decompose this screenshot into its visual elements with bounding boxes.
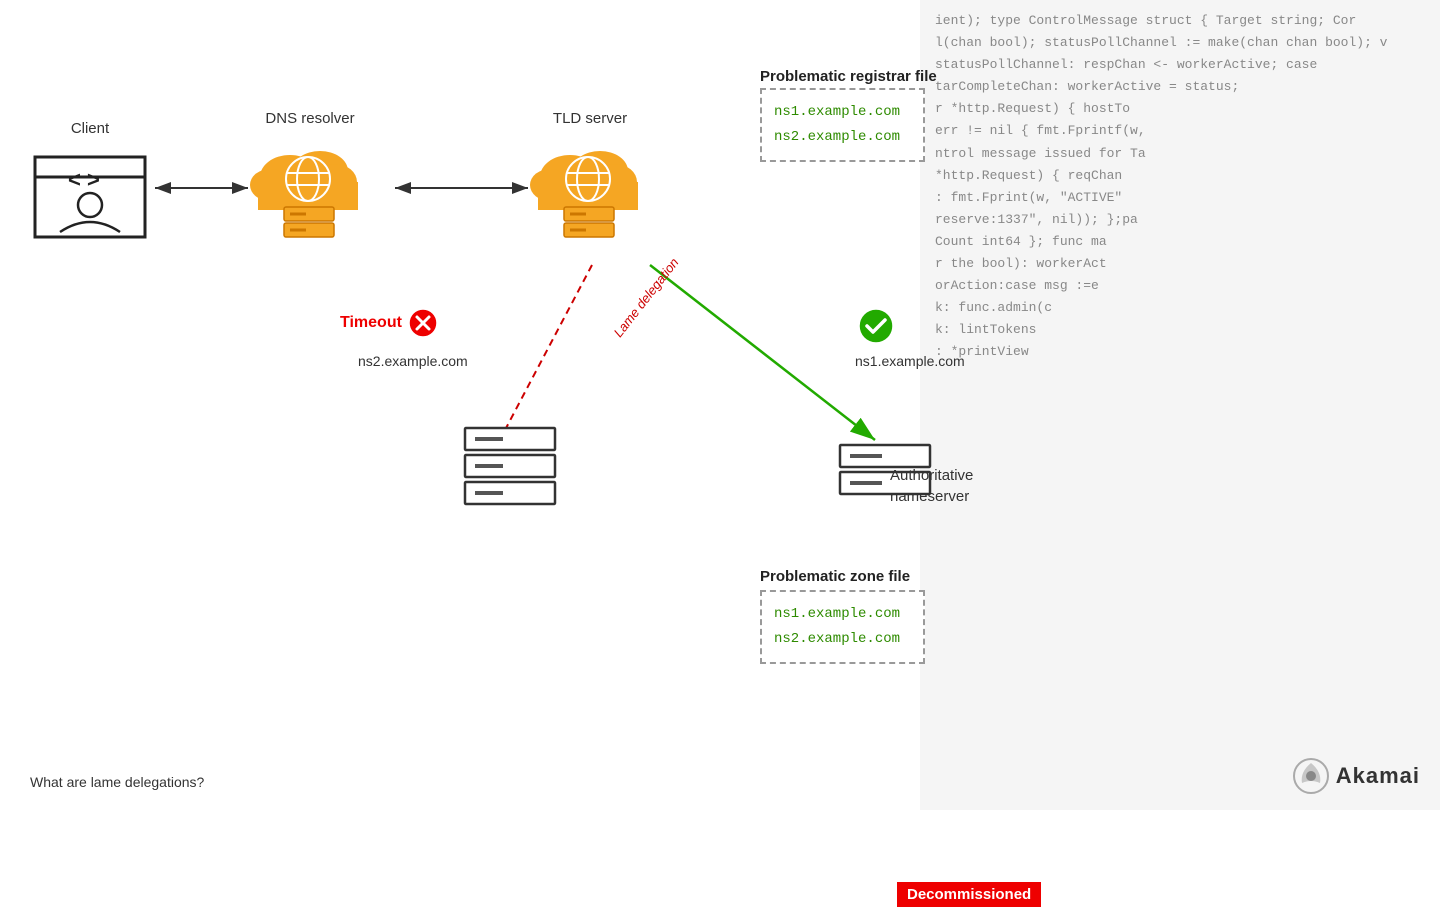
akamai-logo-icon	[1292, 757, 1330, 795]
registrar-ns2: ns2.example.com	[774, 125, 911, 150]
zone-file-box: ns1.example.com ns2.example.com	[760, 590, 925, 664]
checkmark-svg	[858, 308, 894, 344]
code-line: : fmt.Fprint(w, "ACTIVE"	[935, 187, 1425, 209]
akamai-logo: Akamai	[1292, 757, 1420, 795]
code-line: l(chan bool); statusPollChannel := make(…	[935, 32, 1425, 54]
registrar-ns1: ns1.example.com	[774, 100, 911, 125]
code-line: ntrol message issued for Ta	[935, 143, 1425, 165]
code-line: : *printView	[935, 341, 1425, 363]
code-line: orAction:case msg :=e	[935, 275, 1425, 297]
green-check-icon	[858, 308, 894, 344]
tld-server-node: TLD server	[520, 110, 660, 252]
tld-server-icon	[520, 127, 660, 247]
code-line: reserve:1337", nil)); };pa	[935, 209, 1425, 231]
auth-label-line2: nameserver	[890, 486, 973, 507]
dns-resolver-node: DNS resolver	[240, 110, 380, 252]
footer-question: What are lame delegations?	[30, 774, 204, 790]
dns-resolver-label: DNS resolver	[240, 110, 380, 127]
client-icon: < >	[30, 137, 150, 247]
code-line: err != nil { fmt.Fprintf(w,	[935, 120, 1425, 142]
svg-text:< >: < >	[68, 167, 100, 192]
registrar-file-box: ns1.example.com ns2.example.com	[760, 88, 925, 162]
lame-delegation-label: Lame delegation	[611, 255, 682, 340]
code-line: k: lintTokens	[935, 319, 1425, 341]
ns2-label: ns2.example.com	[358, 353, 468, 369]
dns-resolver-icon	[240, 127, 380, 247]
code-line: Count int64 }; func ma	[935, 231, 1425, 253]
code-line: k: func.admin(c	[935, 297, 1425, 319]
decommissioned-server: Decommissioned	[445, 420, 575, 515]
zone-ns2: ns2.example.com	[774, 627, 911, 652]
client-label: Client	[30, 120, 150, 137]
authoritative-nameserver-label: Authoritative nameserver	[890, 465, 973, 507]
registrar-file-title: Problematic registrar file	[760, 68, 937, 85]
code-line: ient); type ControlMessage struct { Targ…	[935, 10, 1425, 32]
ns1-label: ns1.example.com	[855, 353, 965, 369]
tld-server-label: TLD server	[520, 110, 660, 127]
client-node: Client < >	[30, 120, 150, 247]
timeout-icon	[408, 308, 438, 338]
code-background: ient); type ControlMessage struct { Targ…	[920, 0, 1440, 810]
code-line: *http.Request) { reqChan	[935, 165, 1425, 187]
timeout-text: Timeout	[340, 314, 402, 332]
code-line: tarCompleteChan: workerActive = status;	[935, 76, 1425, 98]
code-line: r *http.Request) { hostTo	[935, 98, 1425, 120]
timeout-indicator: Timeout	[340, 308, 438, 338]
code-line: statusPollChannel: respChan <- workerAct…	[935, 54, 1425, 76]
zone-ns1: ns1.example.com	[774, 602, 911, 627]
auth-label-line1: Authoritative	[890, 465, 973, 486]
zone-file-title: Problematic zone file	[760, 568, 910, 585]
akamai-logo-text: Akamai	[1336, 763, 1420, 789]
decommissioned-label: Decommissioned	[897, 882, 1041, 907]
decommissioned-server-icon	[445, 420, 575, 510]
code-line: r the bool): workerAct	[935, 253, 1425, 275]
